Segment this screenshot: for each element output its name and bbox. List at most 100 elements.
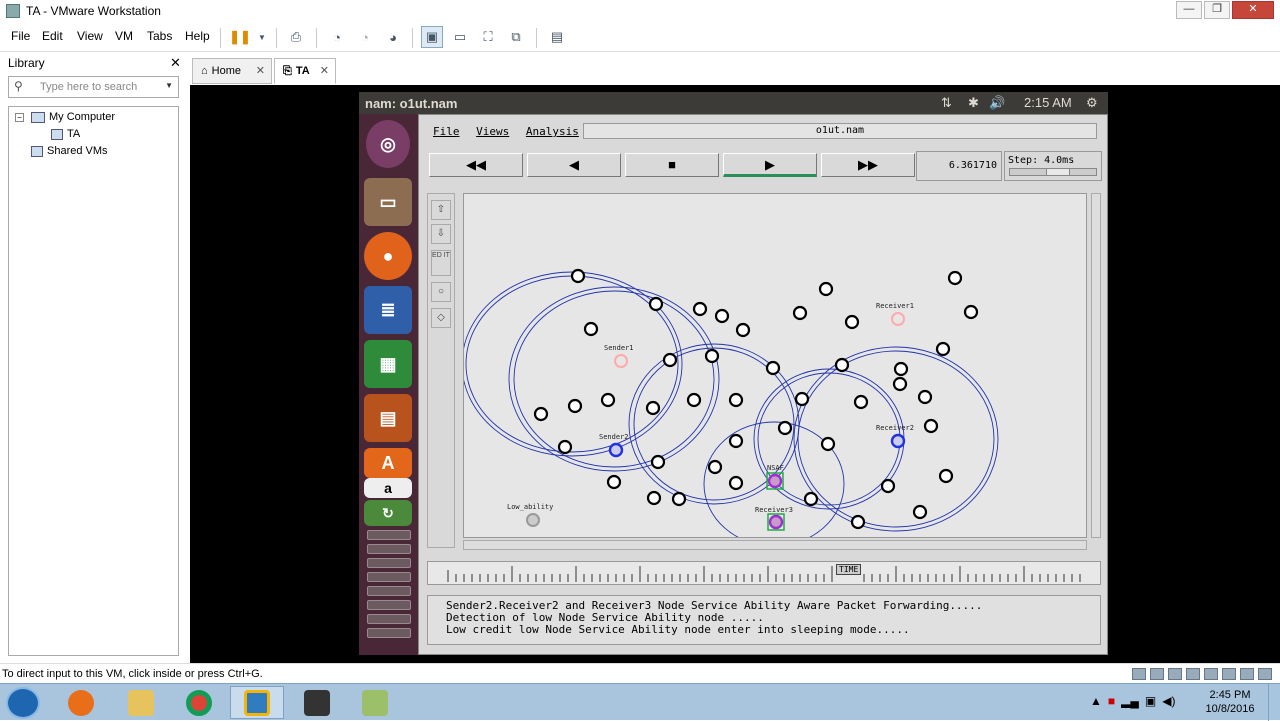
maximize-button[interactable]: ❐	[1204, 1, 1230, 19]
tray-app-icon[interactable]: ■	[1108, 694, 1115, 708]
tab-ta-close-icon[interactable]: ✕	[320, 64, 329, 77]
node[interactable]	[803, 491, 819, 507]
node[interactable]	[818, 281, 834, 297]
node[interactable]	[880, 478, 896, 494]
pause-icon[interactable]: ❚❚	[229, 26, 251, 48]
sender2-node[interactable]	[608, 442, 624, 458]
taskbar-clock[interactable]: 2:45 PM 10/8/2016	[1200, 688, 1260, 716]
node[interactable]	[662, 352, 678, 368]
ubuntu-clock[interactable]: 2:15 AM	[1024, 95, 1072, 110]
launcher-item-icon[interactable]	[367, 586, 411, 596]
diamond-tool-icon[interactable]: ◇	[431, 308, 451, 328]
launcher-item-icon[interactable]	[367, 572, 411, 582]
launcher-item-icon[interactable]	[367, 558, 411, 568]
tree-item-ta[interactable]: TA	[51, 128, 80, 140]
edit-button[interactable]: ED IT	[431, 250, 451, 276]
launcher-item-icon[interactable]	[367, 628, 411, 638]
network-canvas[interactable]: Receiver1 Sender1 Sender2 Receiver2 Rece…	[463, 193, 1087, 538]
hard-disk-icon[interactable]	[1132, 668, 1146, 680]
menu-tabs[interactable]: Tabs	[147, 29, 172, 43]
node[interactable]	[853, 394, 869, 410]
circle-tool-icon[interactable]: ○	[431, 282, 451, 302]
launcher-item-icon[interactable]	[367, 530, 411, 540]
node[interactable]	[557, 439, 573, 455]
full-screen-icon[interactable]: ⛶	[477, 26, 499, 48]
nsaf-node[interactable]	[767, 473, 783, 489]
launcher-item-icon[interactable]	[367, 614, 411, 624]
node[interactable]	[648, 296, 664, 312]
send-ctrl-alt-del-icon[interactable]: ⎙	[285, 26, 307, 48]
network-adapter-icon[interactable]	[1168, 668, 1182, 680]
menu-view[interactable]: View	[77, 29, 103, 43]
tab-home[interactable]: ⌂ Home ✕	[192, 58, 272, 84]
canvas-horizontal-scrollbar[interactable]	[463, 540, 1087, 550]
volume-icon[interactable]: 🔊	[989, 95, 1005, 111]
node[interactable]	[714, 308, 730, 324]
search-dropdown-icon[interactable]: ▼	[165, 81, 173, 90]
tray-network-icon[interactable]: ▣	[1145, 694, 1156, 708]
receiver2-node[interactable]	[890, 433, 906, 449]
node[interactable]	[686, 392, 702, 408]
node[interactable]	[707, 459, 723, 475]
tray-volume-icon[interactable]: ◀)	[1162, 694, 1175, 708]
start-button[interactable]	[6, 687, 40, 719]
node[interactable]	[645, 400, 661, 416]
node[interactable]	[765, 360, 781, 376]
node[interactable]	[692, 301, 708, 317]
calc-icon[interactable]: ▦	[364, 340, 412, 388]
display-icon[interactable]	[1240, 668, 1254, 680]
node[interactable]	[794, 391, 810, 407]
library-close-icon[interactable]: ✕	[170, 55, 181, 71]
impress-icon[interactable]: ▤	[364, 394, 412, 442]
taskbar-vmware[interactable]	[230, 686, 284, 719]
software-center-icon[interactable]: A	[364, 448, 412, 478]
node[interactable]	[704, 348, 720, 364]
node[interactable]	[570, 268, 586, 284]
node[interactable]	[533, 406, 549, 422]
node[interactable]	[735, 322, 751, 338]
zoom-in-icon[interactable]: ⇧	[431, 200, 451, 220]
snapshot-manager-icon[interactable]: ◕	[382, 26, 404, 48]
files-icon[interactable]: ▭	[364, 178, 412, 226]
node[interactable]	[728, 433, 744, 449]
node[interactable]	[893, 361, 909, 377]
stop-button[interactable]: ■	[625, 153, 719, 177]
node[interactable]	[923, 418, 939, 434]
node[interactable]	[820, 436, 836, 452]
tree-item-shared-vms[interactable]: Shared VMs	[31, 145, 108, 157]
bluetooth-icon[interactable]: ✱	[968, 95, 979, 111]
thumbnail-bar-icon[interactable]: ▭	[449, 26, 471, 48]
menu-help[interactable]: Help	[185, 29, 210, 43]
usb-icon[interactable]	[1186, 668, 1200, 680]
nam-menu-file[interactable]: File	[433, 125, 460, 138]
timeline-slider[interactable]: TIME	[427, 561, 1101, 585]
system-gear-icon[interactable]: ⚙	[1086, 95, 1098, 111]
cd-drive-icon[interactable]	[1150, 668, 1164, 680]
unity-icon[interactable]: ⧉	[505, 26, 527, 48]
node[interactable]	[935, 341, 951, 357]
nam-menu-analysis[interactable]: Analysis	[526, 125, 579, 138]
node[interactable]	[567, 398, 583, 414]
firefox-icon[interactable]: ●	[364, 232, 412, 280]
node[interactable]	[938, 468, 954, 484]
printer-icon[interactable]	[1222, 668, 1236, 680]
tree-expand-icon[interactable]: −	[15, 113, 24, 122]
signal-icon[interactable]: ▂▄	[1121, 694, 1139, 708]
node[interactable]	[777, 420, 793, 436]
node[interactable]	[912, 504, 928, 520]
tab-home-close-icon[interactable]: ✕	[256, 64, 265, 77]
low-ability-node[interactable]	[526, 513, 540, 527]
receiver3-node[interactable]	[768, 514, 784, 530]
node[interactable]	[646, 490, 662, 506]
node[interactable]	[844, 314, 860, 330]
taskbar-media-player[interactable]	[54, 686, 108, 719]
node[interactable]	[728, 475, 744, 491]
receiver1-node[interactable]	[891, 312, 905, 326]
revert-snapshot-icon[interactable]: ◔	[354, 26, 376, 48]
sound-card-icon[interactable]	[1204, 668, 1218, 680]
play-button[interactable]: ▶	[723, 153, 817, 177]
menu-file[interactable]: File	[11, 29, 30, 43]
show-library-icon[interactable]: ▣	[421, 26, 443, 48]
close-button[interactable]: ✕	[1232, 1, 1274, 19]
taskbar-app[interactable]	[348, 686, 402, 719]
